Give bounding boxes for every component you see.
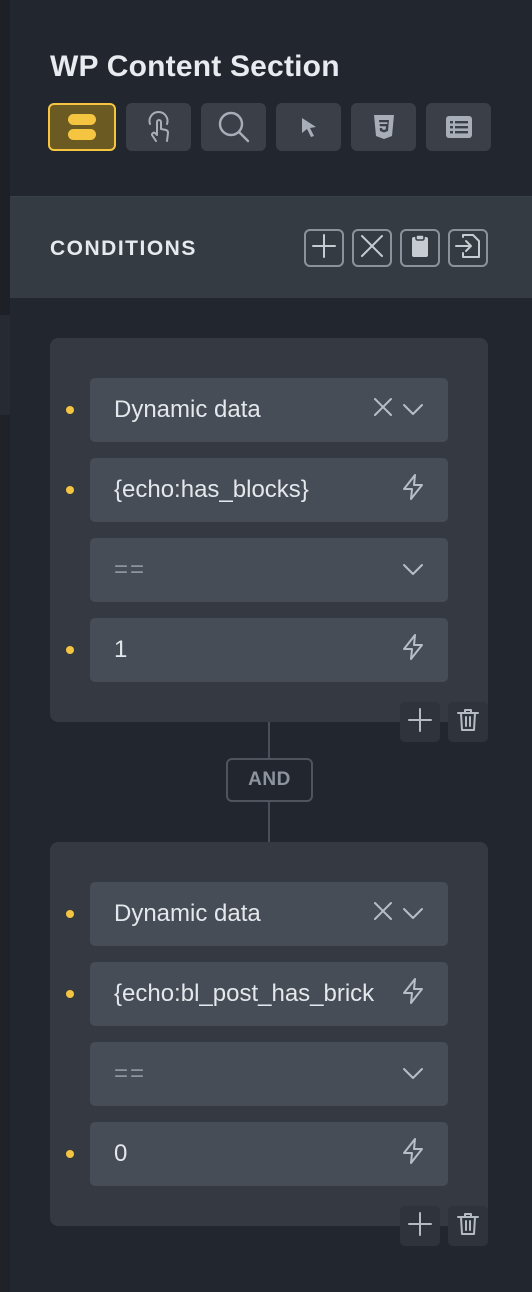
paste-conditions-button[interactable] bbox=[448, 229, 488, 267]
list-icon bbox=[445, 115, 473, 139]
clear-icon[interactable] bbox=[372, 396, 394, 425]
cursor-icon bbox=[299, 116, 319, 138]
panel-title: WP Content Section bbox=[50, 50, 340, 83]
delete-group-button[interactable] bbox=[448, 702, 488, 742]
chevron-down-icon bbox=[402, 900, 424, 928]
compare-value: 0 bbox=[114, 1140, 128, 1167]
copy-conditions-button[interactable] bbox=[400, 229, 440, 267]
required-indicator bbox=[66, 406, 74, 414]
operator-select[interactable]: == bbox=[90, 1042, 448, 1106]
compare-value: 1 bbox=[114, 636, 128, 663]
condition-type-value: Dynamic data bbox=[114, 396, 261, 423]
interaction-icon bbox=[144, 111, 174, 143]
css3-icon bbox=[373, 114, 395, 140]
condition-type-select[interactable]: Dynamic data bbox=[90, 882, 448, 946]
layout-icon bbox=[66, 111, 98, 143]
required-indicator bbox=[66, 990, 74, 998]
panel-toolbar bbox=[48, 103, 491, 151]
operator-select[interactable]: == bbox=[90, 538, 448, 602]
group-actions bbox=[400, 1206, 488, 1246]
element-settings-panel: WP Content Section CONDITIONS Dynamic da… bbox=[10, 0, 532, 1292]
trash-icon bbox=[457, 708, 479, 737]
list-tab-button[interactable] bbox=[426, 103, 491, 151]
chevron-down-icon bbox=[402, 556, 424, 584]
lightning-icon[interactable] bbox=[402, 633, 424, 667]
group-actions bbox=[400, 702, 488, 742]
add-condition-button[interactable] bbox=[400, 702, 440, 742]
add-condition-button[interactable] bbox=[304, 229, 344, 267]
conditions-actions bbox=[304, 229, 488, 267]
add-condition-button[interactable] bbox=[400, 1206, 440, 1246]
plus-icon bbox=[408, 707, 432, 737]
interactions-tab-button[interactable] bbox=[126, 103, 191, 151]
plus-icon bbox=[408, 1211, 432, 1241]
chevron-down-icon bbox=[402, 396, 424, 424]
outer-canvas-edge bbox=[0, 315, 10, 415]
conditions-heading: CONDITIONS bbox=[50, 237, 197, 260]
required-indicator bbox=[66, 646, 74, 654]
close-icon bbox=[360, 234, 384, 263]
outer-canvas-edge bbox=[0, 0, 10, 315]
lightning-icon[interactable] bbox=[402, 473, 424, 507]
lightning-icon[interactable] bbox=[402, 1137, 424, 1171]
and-badge[interactable]: AND bbox=[226, 758, 313, 802]
condition-group: Dynamic data {echo:bl_post_has_brick == bbox=[50, 842, 488, 1246]
operator-value: == bbox=[114, 556, 147, 583]
search-icon bbox=[217, 110, 251, 144]
search-tab-button[interactable] bbox=[201, 103, 266, 151]
condition-group: Dynamic data {echo:has_blocks} == 1 bbox=[50, 338, 488, 742]
condition-type-value: Dynamic data bbox=[114, 900, 261, 927]
selector-tab-button[interactable] bbox=[276, 103, 341, 151]
dynamic-tag-value: {echo:has_blocks} bbox=[114, 476, 309, 503]
import-icon bbox=[455, 233, 481, 264]
outer-canvas-edge bbox=[0, 415, 10, 1292]
dynamic-tag-value: {echo:bl_post_has_brick bbox=[114, 980, 375, 1007]
compare-value-input[interactable]: 0 bbox=[90, 1122, 448, 1186]
condition-type-select[interactable]: Dynamic data bbox=[90, 378, 448, 442]
clipboard-icon bbox=[411, 233, 429, 263]
dynamic-tag-input[interactable]: {echo:bl_post_has_brick bbox=[90, 962, 448, 1026]
required-indicator bbox=[66, 486, 74, 494]
clear-icon[interactable] bbox=[372, 900, 394, 929]
lightning-icon[interactable] bbox=[402, 977, 424, 1011]
layout-tab-button[interactable] bbox=[48, 103, 116, 151]
clear-conditions-button[interactable] bbox=[352, 229, 392, 267]
dynamic-tag-input[interactable]: {echo:has_blocks} bbox=[90, 458, 448, 522]
plus-icon bbox=[312, 233, 336, 263]
css-tab-button[interactable] bbox=[351, 103, 416, 151]
trash-icon bbox=[457, 1212, 479, 1241]
required-indicator bbox=[66, 1150, 74, 1158]
operator-value: == bbox=[114, 1060, 147, 1087]
connector-line bbox=[268, 802, 270, 842]
required-indicator bbox=[66, 910, 74, 918]
conditions-header: CONDITIONS bbox=[10, 197, 532, 298]
chevron-down-icon bbox=[402, 1060, 424, 1088]
compare-value-input[interactable]: 1 bbox=[90, 618, 448, 682]
delete-group-button[interactable] bbox=[448, 1206, 488, 1246]
connector-line bbox=[268, 722, 270, 758]
